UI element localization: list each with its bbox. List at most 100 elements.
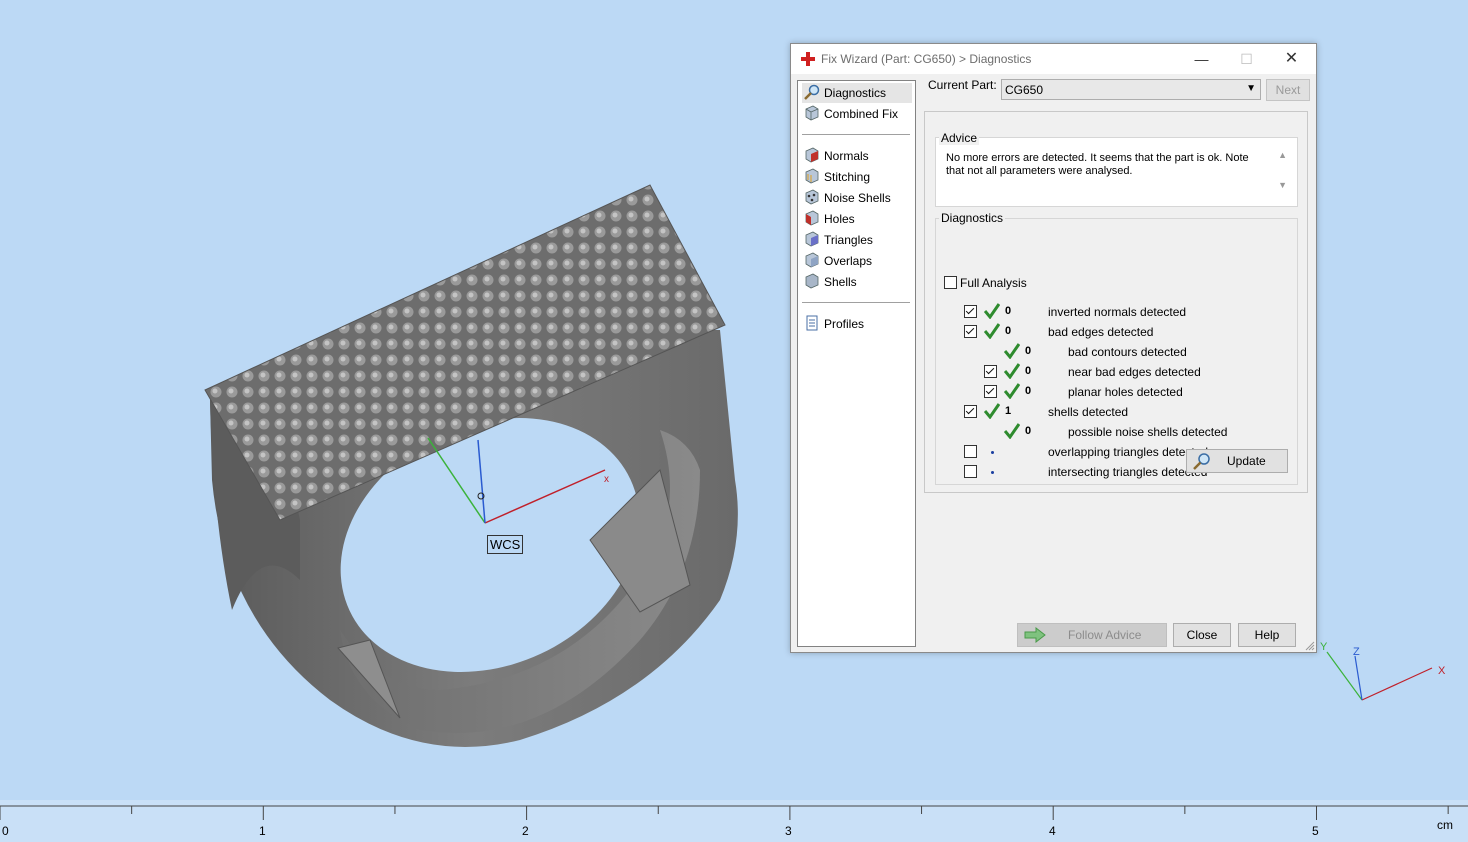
overlapping-triangles-checkbox[interactable] — [964, 445, 977, 458]
bad-edges-label: bad edges detected — [1048, 325, 1154, 339]
ruler-tick-2: 2 — [522, 824, 529, 838]
sidebar-item-label: Normals — [824, 149, 869, 163]
combined-fix-icon — [805, 105, 819, 121]
ruler-tick-0: 0 — [2, 824, 9, 838]
diagnostics-panel: No more errors are detected. It seems th… — [924, 111, 1308, 493]
sidebar-item-label: Noise Shells — [824, 191, 891, 205]
check-icon — [984, 303, 1000, 319]
triangles-icon — [805, 231, 819, 247]
fix-wizard-dialog: Fix Wizard (Part: CG650) > Diagnostics —… — [790, 43, 1317, 653]
sidebar-item-shells[interactable]: Shells — [802, 272, 912, 292]
chevron-down-icon: ▼ — [1246, 83, 1256, 94]
full-analysis-label: Full Analysis — [960, 276, 1027, 290]
sidebar-item-diagnostics[interactable]: Diagnostics — [802, 83, 912, 103]
overlapping-triangles-label: overlapping triangles detected — [1048, 445, 1209, 459]
sidebar-item-normals[interactable]: Normals — [802, 146, 912, 166]
ruler — [0, 800, 1468, 842]
sidebar-divider — [802, 134, 910, 135]
maximize-icon[interactable]: ☐ — [1224, 44, 1269, 74]
ruler-tick-4: 4 — [1049, 824, 1056, 838]
sidebar-item-profiles[interactable]: Profiles — [802, 314, 912, 334]
pending-dot-icon — [991, 451, 994, 454]
advice-box: No more errors are detected. It seems th… — [935, 137, 1298, 207]
dialog-title: Fix Wizard (Part: CG650) > Diagnostics — [821, 52, 1032, 66]
arrow-right-icon — [1024, 627, 1046, 643]
help-button[interactable]: Help — [1238, 623, 1296, 647]
follow-advice-label: Follow Advice — [1068, 628, 1142, 642]
shells-icon — [805, 273, 819, 289]
diagnostics-title: Diagnostics — [939, 211, 1006, 225]
sidebar-item-label: Overlaps — [824, 254, 873, 268]
sidebar-item-stitching[interactable]: Stitching — [802, 167, 912, 187]
stitching-icon — [805, 168, 819, 184]
next-button[interactable]: Next — [1266, 79, 1310, 101]
check-icon — [984, 403, 1000, 419]
triad-y-label: Y — [1320, 641, 1328, 653]
inverted-normals-label: inverted normals detected — [1048, 305, 1187, 319]
close-icon[interactable]: ✕ — [1269, 44, 1314, 74]
scroll-up-icon[interactable]: ▲ — [1278, 150, 1287, 160]
shells-count: 1 — [1005, 405, 1012, 417]
bad-contours-count: 0 — [1025, 345, 1032, 357]
noise-shells-icon — [805, 189, 819, 205]
dialog-titlebar[interactable]: Fix Wizard (Part: CG650) > Diagnostics —… — [791, 44, 1316, 74]
shells-label: shells detected — [1048, 405, 1129, 419]
inverted-normals-count: 0 — [1005, 305, 1012, 317]
inverted-normals-checkbox[interactable] — [964, 305, 977, 318]
shells-checkbox[interactable] — [964, 405, 977, 418]
sidebar-item-combined-fix[interactable]: Combined Fix — [802, 104, 912, 124]
bad-edges-count: 0 — [1005, 325, 1012, 337]
scroll-down-icon[interactable]: ▼ — [1278, 180, 1287, 190]
overlaps-icon — [805, 252, 819, 268]
sidebar-item-holes[interactable]: Holes — [802, 209, 912, 229]
check-icon — [1004, 363, 1020, 379]
sidebar-item-noise-shells[interactable]: Noise Shells — [802, 188, 912, 208]
bad-edges-checkbox[interactable] — [964, 325, 977, 338]
current-part-select[interactable]: CG650 ▼ — [1001, 79, 1261, 100]
bad-contours-label: bad contours detected — [1068, 345, 1187, 359]
red-cross-icon — [801, 52, 815, 66]
triad-x-label: X — [1438, 665, 1446, 677]
sidebar-item-label: Holes — [824, 212, 855, 226]
check-icon — [1004, 343, 1020, 359]
resize-grip-icon[interactable] — [1305, 641, 1315, 651]
magnifier-icon — [804, 84, 820, 100]
svg-text:x: x — [604, 474, 609, 485]
ruler-tick-5: 5 — [1312, 824, 1319, 838]
current-part-value: CG650 — [1005, 83, 1044, 97]
planar-holes-label: planar holes detected — [1068, 385, 1183, 399]
sidebar-item-label: Diagnostics — [824, 86, 887, 100]
planar-holes-checkbox[interactable] — [984, 385, 997, 398]
normals-icon — [805, 147, 819, 163]
near-bad-edges-checkbox[interactable] — [984, 365, 997, 378]
check-icon — [984, 323, 1000, 339]
minimize-icon[interactable]: — — [1179, 44, 1224, 74]
sidebar-item-triangles[interactable]: Triangles — [802, 230, 912, 250]
ruler-tick-3: 3 — [785, 824, 792, 838]
sidebar-item-overlaps[interactable]: Overlaps — [802, 251, 912, 271]
pending-dot-icon — [991, 471, 994, 474]
ruler-tick-1: 1 — [259, 824, 266, 838]
update-button-label: Update — [1227, 454, 1266, 468]
follow-advice-button[interactable]: Follow Advice — [1017, 623, 1167, 647]
wcs-label: WCS — [487, 535, 524, 554]
update-button[interactable]: Update — [1186, 449, 1288, 473]
close-button[interactable]: Close — [1173, 623, 1231, 647]
noise-shells-label: possible noise shells detected — [1068, 425, 1228, 439]
ruler-unit: cm — [1437, 818, 1453, 832]
full-analysis-checkbox[interactable] — [944, 276, 957, 289]
sidebar-item-label: Stitching — [824, 170, 871, 184]
sidebar-item-label: Triangles — [824, 233, 873, 247]
intersecting-triangles-checkbox[interactable] — [964, 465, 977, 478]
profiles-icon — [806, 315, 818, 331]
triad-z-label: Z — [1353, 646, 1360, 658]
check-icon — [1004, 423, 1020, 439]
intersecting-triangles-label: intersecting triangles detected — [1048, 465, 1208, 479]
planar-holes-count: 0 — [1025, 385, 1032, 397]
sidebar-item-label: Profiles — [824, 317, 865, 331]
advice-title: Advice — [939, 131, 980, 145]
sidebar-item-label: Shells — [824, 275, 857, 289]
check-icon — [1004, 383, 1020, 399]
sidebar-divider — [802, 302, 910, 303]
sidebar-item-label: Combined Fix — [824, 107, 899, 121]
